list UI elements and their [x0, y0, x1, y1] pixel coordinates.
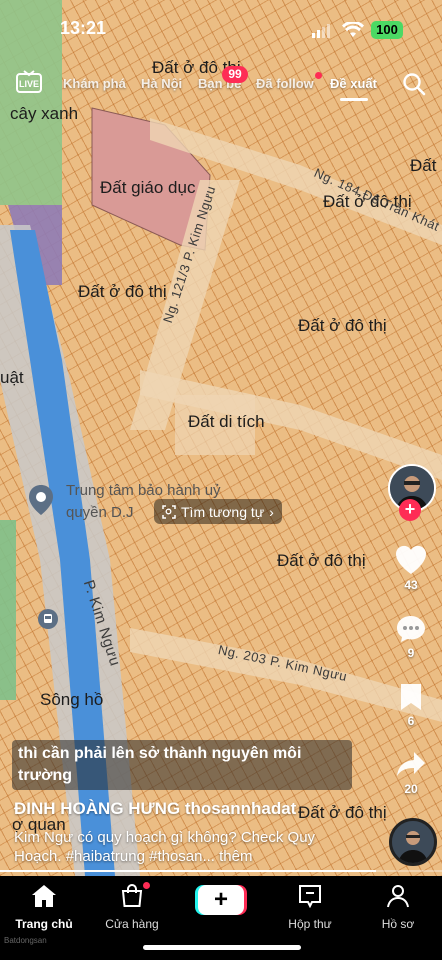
- nav-shop[interactable]: Cửa hàng: [92, 884, 172, 931]
- author-name[interactable]: ĐINH HOÀNG HƯNG thosannhadat: [14, 799, 296, 819]
- green-zone: [0, 0, 62, 205]
- map-pin-icon: [28, 484, 54, 516]
- bus-stop-icon: [38, 609, 58, 629]
- bottom-nav: Trang chủ Cửa hàng + Hộp thư Hồ sơ Batdo…: [0, 876, 442, 960]
- caption-overlay-text: thì cần phải lên sở thành nguyên môi trư…: [18, 745, 302, 784]
- bookmark-icon[interactable]: [399, 682, 423, 717]
- map-label-urban: Đất ở đô thị: [298, 316, 387, 335]
- caption-overlay-box: thì cần phải lên sở thành nguyên môi trư…: [12, 740, 352, 790]
- save-count: 6: [407, 714, 415, 728]
- plus-icon: +: [198, 885, 244, 915]
- heart-icon[interactable]: [394, 544, 428, 581]
- map-label-heritage: Đất di tích: [188, 412, 265, 431]
- map-label-urban: Đất ở đô thị: [78, 282, 167, 301]
- share-count: 20: [404, 782, 418, 796]
- map-label-river: Sông hồ: [40, 690, 104, 709]
- green-zone-bottom: [0, 520, 16, 700]
- friends-badge: 99: [222, 66, 248, 83]
- poi-name: Trung tâm bảo hành uỷ: [66, 482, 221, 499]
- create-button[interactable]: +: [195, 885, 247, 915]
- map-label-education: Đất giáo dục: [100, 178, 196, 197]
- profile-icon: [387, 885, 409, 908]
- video-progress-track[interactable]: [0, 870, 442, 872]
- nav-inbox-label: Hộp thư: [288, 917, 332, 931]
- video-description[interactable]: Kim Ngư có quy hoạch gì không? Check Quy…: [14, 828, 354, 866]
- nav-profile[interactable]: Hồ sơ: [358, 884, 438, 931]
- nav-shop-label: Cửa hàng: [105, 917, 159, 931]
- nav-inbox[interactable]: Hộp thư: [270, 884, 350, 931]
- map-label-urban: Đất ở đô thị: [277, 551, 366, 570]
- video-progress-fill: [0, 870, 376, 872]
- tab-for-you[interactable]: Đề xuất: [330, 76, 377, 91]
- home-icon: [32, 885, 56, 907]
- map-label-urban: Đất: [410, 156, 437, 175]
- poi-name: quyền D.J: [66, 504, 134, 521]
- chevron-right-icon: ›: [269, 503, 274, 520]
- active-tab-indicator: [340, 98, 368, 101]
- map-label-green: cây xanh: [10, 104, 79, 123]
- shopping-bag-icon: [121, 884, 143, 907]
- nav-profile-label: Hồ sơ: [381, 917, 415, 931]
- share-icon[interactable]: [396, 750, 426, 783]
- live-label: LIVE: [18, 79, 39, 89]
- tiktok-video-screen: cây xanh Đất giáo dục Đất ở đô thị Đất Đ…: [0, 0, 442, 960]
- status-time: 13:21: [60, 18, 107, 38]
- like-count: 43: [404, 578, 418, 592]
- comment-count: 9: [407, 646, 415, 660]
- watermark: Batdongsan: [4, 936, 47, 945]
- wifi-icon: [342, 20, 364, 43]
- tab-explore[interactable]: Khám phá: [63, 76, 126, 91]
- nav-home[interactable]: Trang chủ: [4, 884, 84, 931]
- shop-notification-dot: [143, 882, 150, 889]
- live-icon[interactable]: LIVE: [15, 70, 43, 94]
- music-disc-avatar[interactable]: [389, 818, 437, 866]
- nav-home-label: Trang chủ: [15, 917, 73, 931]
- map-label-urban: Đất ở đô thị: [298, 803, 387, 822]
- battery-indicator: 100: [371, 21, 403, 39]
- follow-plus-button[interactable]: +: [399, 499, 421, 521]
- tab-following[interactable]: Đã follow: [256, 76, 314, 91]
- search-icon[interactable]: [402, 72, 426, 101]
- scan-icon: [162, 504, 176, 519]
- signal-icon: [312, 24, 332, 43]
- search-similar-chip[interactable]: Tìm tương tự ›: [154, 499, 282, 524]
- comment-icon[interactable]: [395, 614, 427, 649]
- inbox-icon: [299, 885, 321, 909]
- following-dot: [315, 72, 322, 79]
- home-indicator: [143, 945, 301, 950]
- tab-location[interactable]: Hà Nội: [141, 76, 182, 91]
- search-similar-label: Tìm tương tự: [181, 503, 265, 520]
- map-label-cut: uật: [0, 368, 24, 387]
